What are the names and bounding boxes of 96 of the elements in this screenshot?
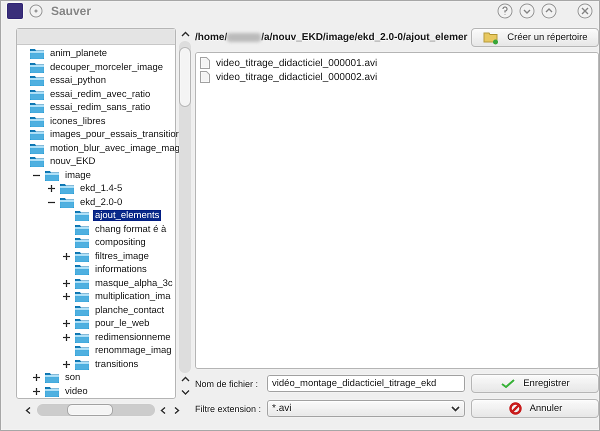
chevron-down-icon (451, 406, 460, 412)
path-label: /a/nouv_EKD/image/ekd_2.0-0/ajout_elemer (261, 32, 468, 43)
expand-icon[interactable] (47, 184, 56, 194)
folder-icon (29, 101, 45, 114)
folder-item[interactable]: essai_redim_avec_ratio (48, 88, 152, 100)
folder-item[interactable]: icones_libres (48, 116, 108, 127)
scroll-right-icon[interactable] (172, 406, 181, 414)
folder-icon (44, 168, 60, 182)
check-icon (501, 378, 516, 388)
folder-icon (74, 358, 90, 371)
create-folder-button[interactable]: Créer un répertoire (471, 28, 600, 47)
folder-icon (29, 74, 45, 88)
scroll-left-icon[interactable] (24, 406, 33, 414)
folder-item[interactable]: son (63, 372, 82, 384)
expand-icon[interactable] (62, 360, 71, 369)
folder-item[interactable]: renommage_imag (93, 345, 174, 356)
scroll-up-icon[interactable] (180, 31, 190, 38)
folder-item[interactable]: anim_planete (48, 48, 110, 60)
window-title: Sauver (51, 4, 92, 18)
folder-icon (74, 344, 90, 358)
folder-icon (29, 155, 45, 168)
new-folder-icon (483, 30, 500, 44)
folder-item[interactable]: multiplication_ima (93, 291, 173, 302)
pin-icon[interactable] (29, 4, 43, 18)
folder-icon (29, 47, 45, 60)
folder-item[interactable]: images_pour_essais_transitior (48, 129, 181, 140)
expand-icon[interactable] (62, 278, 71, 288)
expand-icon[interactable] (32, 386, 41, 396)
expand-icon[interactable] (62, 332, 71, 342)
folder-icon (44, 371, 60, 384)
folder-item[interactable]: pour_le_web (93, 318, 152, 330)
app-icon (7, 2, 23, 18)
file-item[interactable]: video_titrage_didacticiel_000001.avi (216, 58, 378, 68)
folder-item[interactable]: ajout_elements (93, 210, 162, 222)
folder-item[interactable]: informations (93, 264, 149, 276)
field-label: Filtre extension : (195, 404, 262, 414)
folder-item[interactable]: chang format é à (93, 224, 168, 235)
folder-item[interactable]: essai_python (48, 75, 108, 86)
scrollbar-track[interactable] (37, 404, 155, 416)
folder-icon (74, 209, 90, 222)
folder-item[interactable]: ekd_1.4-5 (78, 183, 124, 194)
folder-item[interactable]: ekd_2.0-0 (78, 196, 124, 208)
help-icon[interactable] (497, 2, 513, 18)
folder-icon (74, 250, 90, 263)
folder-icon (29, 114, 45, 128)
folder-icon (74, 304, 90, 317)
folder-item[interactable]: masque_alpha_3c (93, 278, 175, 289)
folder-item[interactable]: essai_redim_sans_ratio (48, 102, 152, 114)
close-icon[interactable] (577, 2, 593, 18)
path-label: /home/ (195, 32, 228, 43)
folder-icon (74, 290, 90, 304)
folder-item[interactable]: compositing (93, 237, 148, 248)
prohibited-icon (508, 402, 522, 415)
folder-item[interactable]: filtres_image (93, 250, 151, 262)
folder-icon (29, 142, 45, 155)
expand-icon[interactable] (32, 373, 41, 382)
folder-item[interactable]: planche_contact (93, 304, 166, 316)
field-label: Nom de fichier : (195, 378, 260, 388)
scroll-left-icon[interactable] (159, 406, 168, 414)
expand-icon[interactable] (62, 252, 71, 261)
folder-icon (74, 222, 90, 236)
file-icon (200, 57, 210, 69)
expand-icon[interactable] (62, 319, 71, 328)
scrollbar-thumb[interactable] (67, 404, 113, 416)
filter-dropdown[interactable]: *.avi (267, 400, 466, 417)
folder-item[interactable]: motion_blur_avec_image_mag (48, 142, 182, 154)
folder-icon (29, 88, 45, 101)
folder-item[interactable]: nouv_EKD (48, 156, 98, 168)
folder-item[interactable]: image (63, 170, 93, 181)
file-item[interactable]: video_titrage_didacticiel_000002.avi (216, 72, 378, 82)
cancel-button[interactable]: Annuler (471, 399, 600, 418)
folder-icon (74, 236, 90, 250)
save-button[interactable]: Enregistrer (471, 374, 600, 393)
scrollbar-thumb[interactable] (179, 47, 191, 107)
file-icon (200, 71, 210, 83)
scroll-down-icon[interactable] (180, 389, 190, 396)
blurred-text (227, 33, 262, 42)
folder-item[interactable]: transitions (93, 358, 140, 370)
folder-item[interactable]: redimensionneme (93, 332, 173, 343)
expand-icon[interactable] (62, 292, 71, 302)
folder-icon (44, 384, 60, 398)
maximize-icon[interactable] (541, 2, 557, 18)
folder-icon (74, 263, 90, 276)
filename-field[interactable]: vidéo_montage_didacticiel_titrage_ekd (267, 375, 466, 392)
folder-icon (59, 182, 75, 196)
folder-item[interactable]: video (63, 386, 90, 397)
folder-icon (59, 196, 75, 209)
scrollbar-track[interactable] (179, 41, 191, 373)
folder-icon (74, 330, 90, 344)
folder-item[interactable]: decouper_morceler_image (48, 62, 166, 73)
folder-icon (74, 317, 90, 330)
folder-icon (74, 276, 90, 290)
minimize-icon[interactable] (519, 2, 535, 18)
folder-icon (29, 128, 45, 142)
folder-icon (29, 60, 45, 74)
scroll-up-icon[interactable] (180, 376, 190, 383)
